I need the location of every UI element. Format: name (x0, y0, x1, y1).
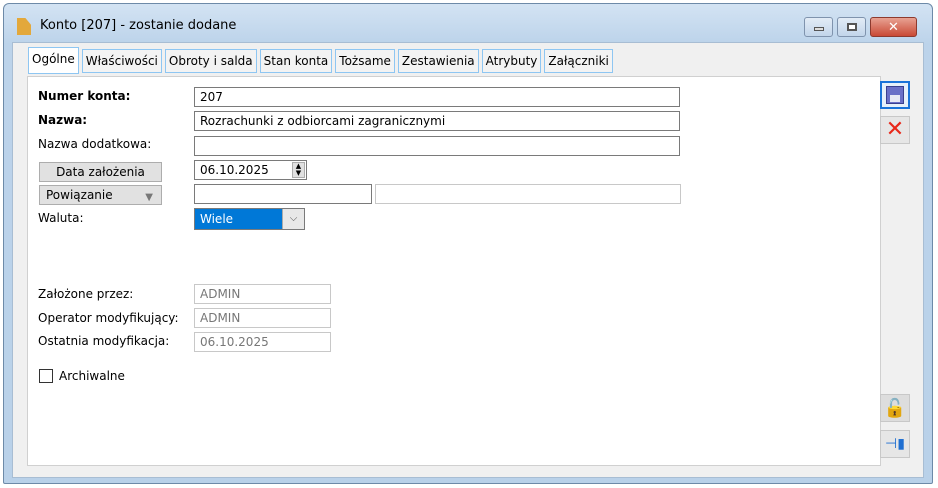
nazwa-dodatkowa-label: Nazwa dodatkowa: (38, 137, 152, 151)
general-panel: Numer konta: 207 Nazwa: Rozrachunki z od… (27, 76, 881, 466)
close-button[interactable]: ✕ (870, 17, 917, 37)
save-button[interactable] (880, 81, 910, 109)
numer-konta-input[interactable]: 207 (194, 87, 680, 107)
cancel-button[interactable]: ✕ (880, 116, 910, 144)
tab-obroty-i-salda[interactable]: Obroty i salda (164, 49, 257, 73)
minimize-button[interactable] (804, 17, 833, 37)
tab-zestawienia[interactable]: Zestawienia (397, 49, 479, 73)
nazwa-input[interactable]: Rozrachunki z odbiorcami zagranicznymi (194, 111, 680, 131)
nazwa-dodatkowa-input[interactable] (194, 136, 680, 156)
pin-button[interactable]: ⊣▮ (880, 430, 910, 458)
ostatnia-modyfikacja-label: Ostatnia modyfikacja: (38, 334, 170, 348)
waluta-label: Waluta: (38, 211, 84, 225)
zalozone-przez-input: ADMIN (194, 284, 331, 304)
close-icon: ✕ (888, 19, 899, 35)
data-zalozenia-input[interactable]: 06.10.2025 ▲ ▼ (194, 160, 307, 180)
app-icon (17, 18, 31, 35)
operator-input: ADMIN (194, 308, 331, 328)
tab-tozsame[interactable]: Tożsame (335, 49, 395, 73)
window-title: Konto [207] - zostanie dodane (40, 18, 237, 33)
chevron-down-icon: ⌵ (282, 209, 304, 229)
tab-atrybuty[interactable]: Atrybuty (481, 49, 542, 73)
tab-wlasciwosci[interactable]: Właściwości (81, 49, 162, 73)
tab-zalaczniki[interactable]: Załączniki (544, 49, 613, 73)
window: Konto [207] - zostanie dodane ✕ Ogólne W… (3, 3, 933, 484)
maximize-button[interactable] (837, 17, 866, 37)
nazwa-label: Nazwa: (38, 113, 88, 127)
tab-ogolne[interactable]: Ogólne (28, 47, 79, 74)
waluta-select[interactable]: Wiele ⌵ (194, 208, 305, 230)
waluta-value: Wiele (200, 212, 234, 226)
spinner-icon[interactable]: ▲ ▼ (292, 162, 305, 178)
dropdown-arrow-icon: ▼ (145, 192, 153, 203)
numer-konta-label: Numer konta: (38, 89, 131, 103)
archiwalne-checkbox[interactable] (39, 369, 53, 383)
archiwalne-label: Archiwalne (59, 369, 125, 383)
data-zalozenia-value: 06.10.2025 (200, 163, 269, 177)
content-area: Ogólne Właściwości Obroty i salda Stan k… (12, 42, 924, 478)
tab-stan-konta[interactable]: Stan konta (259, 49, 333, 73)
x-icon: ✕ (885, 117, 905, 142)
powiazanie-label: Powiązanie (46, 188, 113, 202)
powiazanie-button[interactable]: Powiązanie ▼ (39, 185, 162, 205)
ostatnia-modyfikacja-input: 06.10.2025 (194, 332, 331, 352)
operator-label: Operator modyfikujący: (38, 311, 179, 325)
save-icon (886, 86, 904, 104)
unlock-button[interactable]: 🔓 (880, 394, 910, 422)
pin-icon: ⊣▮ (885, 436, 905, 452)
maximize-icon (846, 23, 857, 31)
minimize-icon (813, 27, 824, 31)
zalozone-przez-label: Założone przez: (38, 287, 134, 301)
powiazanie-input[interactable] (194, 184, 372, 204)
unlock-icon: 🔓 (883, 397, 907, 419)
tab-bar: Ogólne Właściwości Obroty i salda Stan k… (28, 47, 613, 74)
data-zalozenia-button[interactable]: Data założenia (39, 162, 162, 182)
powiazanie-name-input (375, 184, 681, 204)
